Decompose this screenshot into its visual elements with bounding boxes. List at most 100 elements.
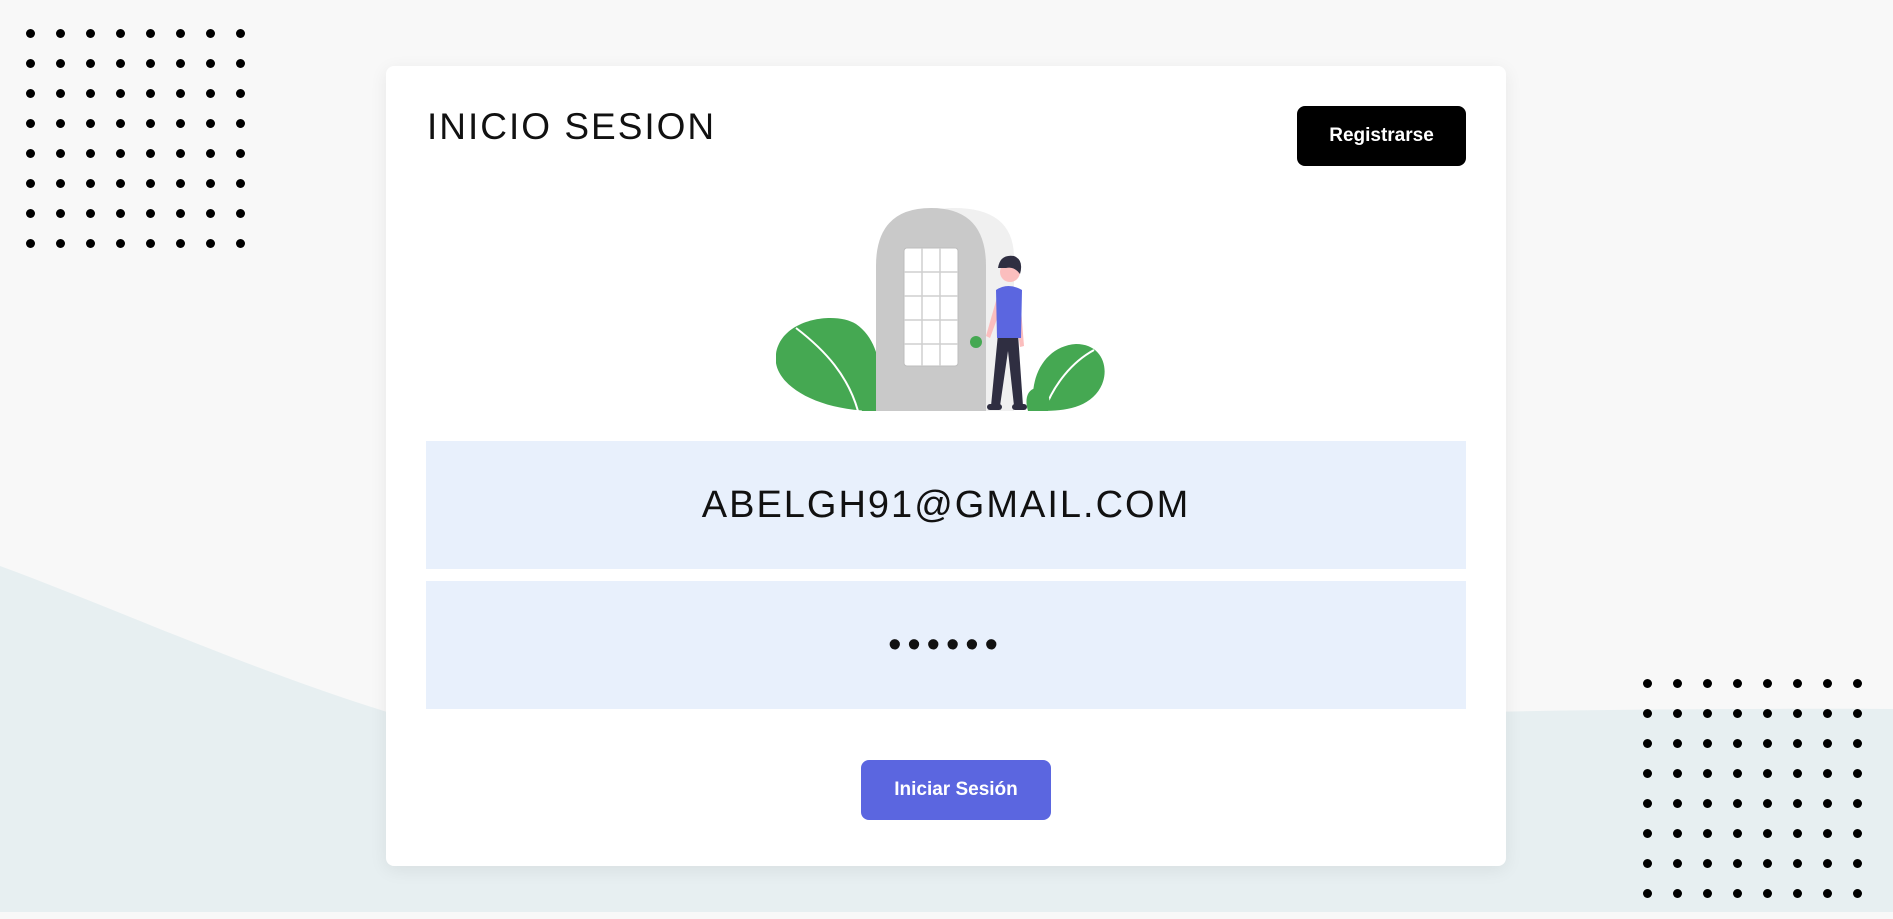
decoration-dot xyxy=(176,209,185,218)
decoration-dot xyxy=(1703,679,1712,688)
decoration-dot xyxy=(146,209,155,218)
decoration-dot xyxy=(1643,889,1652,898)
decoration-dot xyxy=(1703,829,1712,838)
decoration-dot xyxy=(1823,889,1832,898)
decoration-dot xyxy=(1853,889,1862,898)
decoration-dot xyxy=(86,179,95,188)
decoration-dot xyxy=(236,89,245,98)
decoration-dot xyxy=(26,149,35,158)
decoration-dot xyxy=(116,89,125,98)
decoration-dot xyxy=(1763,859,1772,868)
decoration-dot xyxy=(1823,679,1832,688)
decoration-dot xyxy=(1763,889,1772,898)
decoration-dot xyxy=(146,179,155,188)
decoration-dot xyxy=(1853,859,1862,868)
email-field[interactable] xyxy=(426,441,1466,569)
decoration-dot xyxy=(176,89,185,98)
decoration-dot xyxy=(146,239,155,248)
decoration-dot xyxy=(1853,739,1862,748)
decoration-dot xyxy=(146,119,155,128)
decoration-dot xyxy=(236,209,245,218)
decoration-dot xyxy=(86,59,95,68)
decoration-dot xyxy=(1733,799,1742,808)
decoration-dot xyxy=(1823,829,1832,838)
decoration-dot xyxy=(236,119,245,128)
decoration-dot xyxy=(176,29,185,38)
decoration-dot xyxy=(1703,859,1712,868)
decoration-dot xyxy=(236,179,245,188)
decoration-dot xyxy=(1763,709,1772,718)
decoration-dot xyxy=(1823,859,1832,868)
decoration-dot xyxy=(1763,829,1772,838)
decoration-dot xyxy=(1763,769,1772,778)
dot-grid-decoration-bottom-right xyxy=(1643,679,1883,919)
decoration-dot xyxy=(1643,859,1652,868)
decoration-dot xyxy=(206,149,215,158)
decoration-dot xyxy=(1703,709,1712,718)
decoration-dot xyxy=(1643,709,1652,718)
decoration-dot xyxy=(1703,769,1712,778)
decoration-dot xyxy=(56,119,65,128)
decoration-dot xyxy=(1853,799,1862,808)
decoration-dot xyxy=(176,59,185,68)
decoration-dot xyxy=(1673,709,1682,718)
decoration-dot xyxy=(1793,709,1802,718)
decoration-dot xyxy=(1853,769,1862,778)
decoration-dot xyxy=(1673,799,1682,808)
decoration-dot xyxy=(236,149,245,158)
register-button[interactable]: Registrarse xyxy=(1297,106,1466,166)
decoration-dot xyxy=(206,29,215,38)
login-card: INICIO SESION Registrarse ABELGH91@GMAIL… xyxy=(386,66,1506,866)
decoration-dot xyxy=(56,209,65,218)
decoration-dot xyxy=(56,239,65,248)
decoration-dot xyxy=(176,179,185,188)
decoration-dot xyxy=(86,239,95,248)
decoration-dot xyxy=(1673,769,1682,778)
decoration-dot xyxy=(1823,709,1832,718)
decoration-dot xyxy=(1733,739,1742,748)
decoration-dot xyxy=(26,29,35,38)
decoration-dot xyxy=(1763,739,1772,748)
decoration-dot xyxy=(116,119,125,128)
decoration-dot xyxy=(56,89,65,98)
decoration-dot xyxy=(26,209,35,218)
decoration-dot xyxy=(1793,679,1802,688)
decoration-dot xyxy=(206,89,215,98)
decoration-dot xyxy=(86,29,95,38)
decoration-dot xyxy=(1643,679,1652,688)
decoration-dot xyxy=(26,119,35,128)
decoration-dot xyxy=(56,29,65,38)
dot-grid-decoration-top-left xyxy=(26,29,266,269)
decoration-dot xyxy=(236,239,245,248)
decoration-dot xyxy=(1643,829,1652,838)
decoration-dot xyxy=(26,239,35,248)
decoration-dot xyxy=(1703,889,1712,898)
door-entry-illustration xyxy=(776,208,1105,411)
decoration-dot xyxy=(1793,889,1802,898)
decoration-dot xyxy=(206,179,215,188)
decoration-dot xyxy=(176,239,185,248)
decoration-dot xyxy=(146,29,155,38)
decoration-dot xyxy=(206,209,215,218)
decoration-dot xyxy=(116,149,125,158)
decoration-dot xyxy=(1793,859,1802,868)
decoration-dot xyxy=(1733,769,1742,778)
decoration-dot xyxy=(1793,829,1802,838)
decoration-dot xyxy=(1733,679,1742,688)
decoration-dot xyxy=(236,59,245,68)
decoration-dot xyxy=(1763,679,1772,688)
decoration-dot xyxy=(1643,739,1652,748)
decoration-dot xyxy=(1793,739,1802,748)
decoration-dot xyxy=(1823,739,1832,748)
login-button[interactable]: Iniciar Sesión xyxy=(861,760,1051,820)
decoration-dot xyxy=(1733,889,1742,898)
decoration-dot xyxy=(146,89,155,98)
decoration-dot xyxy=(1643,799,1652,808)
decoration-dot xyxy=(1703,739,1712,748)
decoration-dot xyxy=(1793,799,1802,808)
decoration-dot xyxy=(86,209,95,218)
decoration-dot xyxy=(1673,859,1682,868)
password-field[interactable] xyxy=(426,581,1466,709)
decoration-dot xyxy=(1763,799,1772,808)
decoration-dot xyxy=(1703,799,1712,808)
